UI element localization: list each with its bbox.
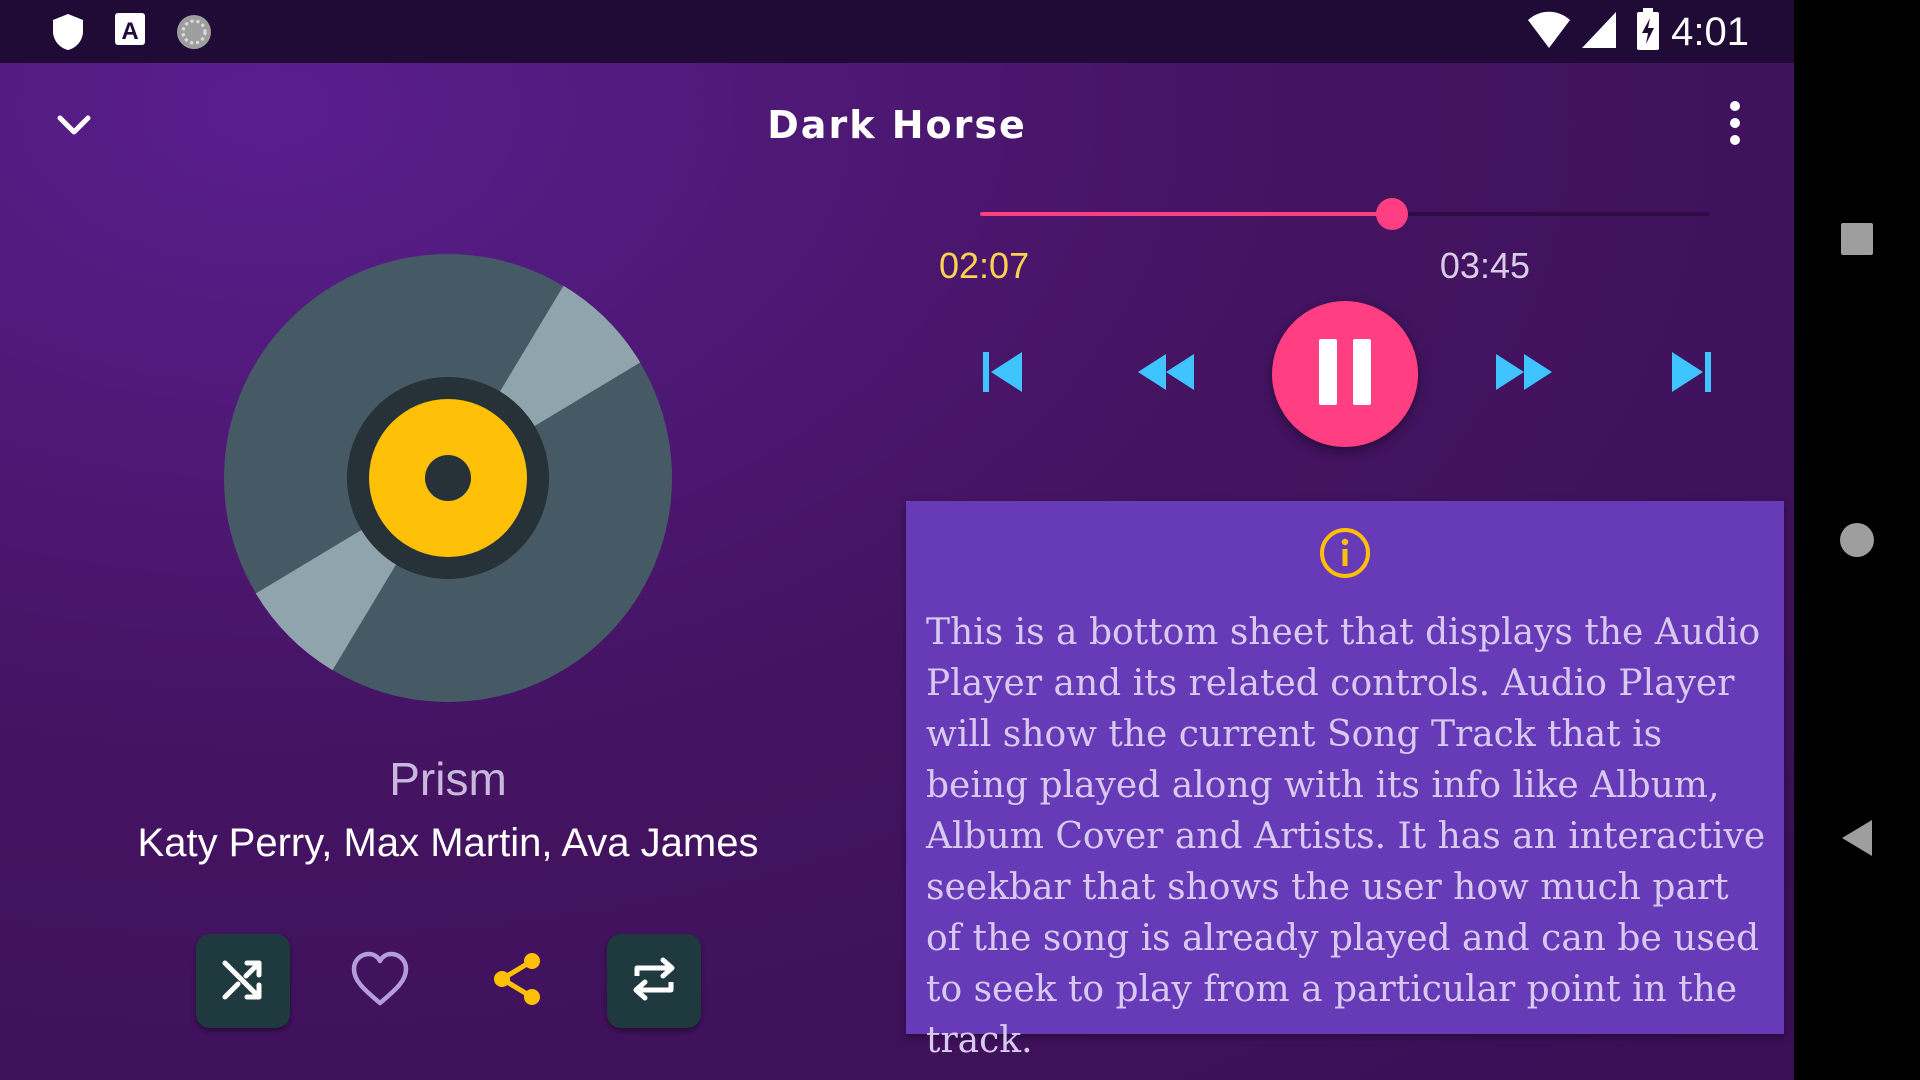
cell-signal-icon <box>1580 10 1618 55</box>
repeat-icon <box>629 954 679 1009</box>
battery-charging-icon <box>1636 8 1660 57</box>
heart-icon <box>350 951 410 1012</box>
seekbar-progress <box>980 212 1392 216</box>
album-name: Prism <box>389 753 507 805</box>
pause-icon <box>1315 337 1375 412</box>
share-button[interactable] <box>470 934 564 1028</box>
shuffle-icon <box>219 955 267 1008</box>
rewind-icon <box>1136 350 1196 399</box>
skip-previous-button[interactable] <box>974 345 1030 403</box>
system-nav-bar <box>1794 0 1920 1080</box>
vinyl-disc-icon <box>224 254 672 702</box>
svg-text:A: A <box>121 18 138 45</box>
favorite-button[interactable] <box>333 934 427 1028</box>
info-card: This is a bottom sheet that displays the… <box>906 501 1784 1061</box>
recents-button[interactable] <box>1794 222 1920 261</box>
sync-circle-icon <box>174 12 214 57</box>
play-pause-button[interactable] <box>1272 301 1418 447</box>
artist-names: Katy Perry, Max Martin, Ava James <box>137 821 759 865</box>
home-button[interactable] <box>1794 522 1920 563</box>
seekbar-thumb[interactable] <box>1375 198 1408 230</box>
back-triangle-icon <box>1840 818 1874 863</box>
skip-next-icon <box>1670 350 1714 399</box>
home-circle-icon <box>1839 522 1875 563</box>
fast-forward-button[interactable] <box>1492 345 1556 403</box>
page-title: Dark Horse <box>767 103 1027 147</box>
recents-square-icon <box>1840 222 1874 261</box>
album-cover <box>222 252 674 709</box>
shield-icon <box>50 12 86 57</box>
status-clock: 4:01 <box>1671 10 1749 54</box>
repeat-button[interactable] <box>607 934 701 1028</box>
share-icon <box>490 951 544 1012</box>
overflow-menu-button[interactable] <box>1715 100 1755 150</box>
rewind-button[interactable] <box>1134 345 1198 403</box>
current-time: 02:07 <box>939 245 1030 286</box>
total-time: 03:45 <box>1439 245 1530 286</box>
skip-previous-icon <box>980 350 1024 399</box>
more-vert-icon <box>1729 100 1741 151</box>
font-a-icon: A <box>114 12 148 53</box>
fast-forward-icon <box>1494 350 1554 399</box>
skip-next-button[interactable] <box>1664 345 1720 403</box>
wifi-icon <box>1526 10 1572 55</box>
back-button[interactable] <box>1794 818 1920 863</box>
status-bar: A 4:01 <box>0 0 1794 63</box>
info-icon <box>1319 527 1371 584</box>
info-description: This is a bottom sheet that displays the… <box>926 612 1766 1061</box>
audio-player-screen: A 4:01 Dark Horse Prism Katy Perry, Max … <box>0 0 1794 1080</box>
shuffle-button[interactable] <box>196 934 290 1028</box>
seekbar[interactable] <box>980 198 1710 230</box>
